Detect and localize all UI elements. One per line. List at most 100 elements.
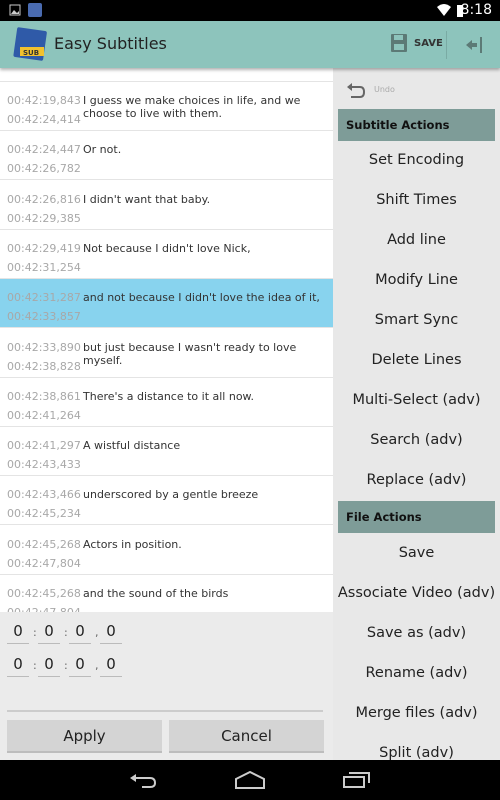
start-time: 00:42:45,268 <box>7 537 81 551</box>
time-digit-input[interactable]: 0 <box>38 655 60 677</box>
start-time: 00:42:43,466 <box>7 488 81 502</box>
app-title: Easy Subtitles <box>54 34 167 53</box>
start-time: 00:42:26,816 <box>7 192 81 206</box>
subtitle-text: Not because I didn't love Nick, <box>83 241 251 255</box>
subtitle-row[interactable]: 00:42:24,447 00:42:26,782 Or not. <box>0 131 333 181</box>
end-time: 00:42:43,433 <box>7 458 81 472</box>
undo-button[interactable]: Undo <box>374 85 395 94</box>
end-time: 00:42:31,254 <box>7 260 81 274</box>
end-time: 00:42:41,264 <box>7 408 81 422</box>
save-button[interactable]: SAVE <box>390 33 443 53</box>
subtitle-text: but just because I wasn't ready to love … <box>83 340 297 367</box>
subtitle-text: I didn't want that baby. <box>83 192 211 206</box>
time-separator: : <box>33 659 37 672</box>
subtitle-row[interactable]: 00:42:33,890 00:42:38,828 but just becau… <box>0 329 333 378</box>
end-time: 00:42:45,234 <box>7 507 81 521</box>
start-time-field[interactable]: 0:0:0,0 <box>7 622 131 644</box>
gallery-notification-icon <box>9 4 21 16</box>
time-separator: : <box>64 659 68 672</box>
file-action-item[interactable]: Rename (adv) <box>333 665 500 681</box>
back-icon[interactable] <box>128 770 158 790</box>
file-action-item[interactable]: Save as (adv) <box>333 625 500 641</box>
subtitle-action-item[interactable]: Search (adv) <box>333 432 500 448</box>
subtitle-text: Actors in position. <box>83 537 182 551</box>
subtitle-row[interactable]: 00:42:19,809 <box>0 68 333 82</box>
subtitle-text: A wistful distance <box>83 439 181 453</box>
time-digit-input[interactable]: 0 <box>7 655 29 677</box>
start-time: 00:42:33,890 <box>7 340 81 354</box>
time-digit-input[interactable]: 0 <box>38 622 60 644</box>
file-actions-header: File Actions <box>338 501 495 533</box>
subtitle-row[interactable]: 00:42:29,419 00:42:31,254 Not because I … <box>0 230 333 279</box>
subtitle-row[interactable]: 00:42:45,268 00:42:47,804 Actors in posi… <box>0 526 333 575</box>
app-logo-icon[interactable]: SUB <box>12 27 48 63</box>
subtitle-row[interactable]: 00:42:38,861 00:42:41,264 There's a dist… <box>0 378 333 427</box>
save-label: SAVE <box>414 37 443 49</box>
start-time: 00:42:24,447 <box>7 143 81 157</box>
time-separator: : <box>64 626 68 639</box>
start-time: 00:42:31,287 <box>7 291 81 305</box>
floppy-disk-icon <box>391 34 407 52</box>
end-time: 00:42:38,828 <box>7 359 81 373</box>
navigation-bar <box>0 760 500 800</box>
end-time: 00:42:26,782 <box>7 162 81 176</box>
time-digit-input[interactable]: 0 <box>69 622 91 644</box>
home-icon[interactable] <box>234 771 266 789</box>
status-bar: 8:18 <box>0 0 500 21</box>
subtitle-action-item[interactable]: Multi-Select (adv) <box>333 392 500 408</box>
start-time: 00:42:38,861 <box>7 389 81 403</box>
subtitle-list[interactable]: 00:42:19,809 00:42:19,843 00:42:24,414 I… <box>0 68 333 612</box>
file-action-item[interactable]: Save <box>333 545 500 561</box>
subtitle-row[interactable]: 00:42:41,297 00:42:43,433 A wistful dist… <box>0 427 333 477</box>
end-time: 00:42:29,385 <box>7 211 81 225</box>
subtitle-row[interactable]: 00:42:26,816 00:42:29,385 I didn't want … <box>0 181 333 230</box>
subtitle-action-item[interactable]: Set Encoding <box>333 152 500 168</box>
start-time: 00:42:45,268 <box>7 587 81 600</box>
subtitle-row[interactable]: 00:42:31,287 00:42:33,857 and not becaus… <box>0 279 333 329</box>
edit-text-field[interactable] <box>7 710 323 712</box>
subtitle-action-item[interactable]: Add line <box>333 232 500 248</box>
file-action-item[interactable]: Associate Video (adv) <box>333 585 500 601</box>
time-digit-input[interactable]: 0 <box>7 622 29 644</box>
apply-button[interactable]: Apply <box>7 720 162 753</box>
actions-panel: Undo Subtitle Actions File Actions Set E… <box>333 68 500 760</box>
subtitle-actions-header: Subtitle Actions <box>338 109 495 141</box>
recent-apps-icon[interactable] <box>342 771 372 789</box>
end-time: 00:42:47,804 <box>7 556 81 570</box>
time-digit-input[interactable]: 0 <box>100 655 122 677</box>
subtitle-action-item[interactable]: Replace (adv) <box>333 472 500 488</box>
subtitle-row[interactable]: 00:42:43,466 00:42:45,234 underscored by… <box>0 476 333 526</box>
start-time: 00:42:41,297 <box>7 439 81 453</box>
start-time: 00:42:19,843 <box>7 94 81 107</box>
subtitle-action-item[interactable]: Modify Line <box>333 272 500 288</box>
action-bar: SUB Easy Subtitles SAVE <box>0 21 500 68</box>
subtitle-text: I guess we make choices in life, and we … <box>83 94 301 120</box>
clock: 8:18 <box>460 2 492 18</box>
subtitle-action-item[interactable]: Shift Times <box>333 192 500 208</box>
start-time: 00:42:29,419 <box>7 241 81 255</box>
cancel-button[interactable]: Cancel <box>169 720 324 753</box>
undo-icon[interactable] <box>346 83 366 99</box>
time-separator: , <box>95 659 99 672</box>
file-action-item[interactable]: Merge files (adv) <box>333 705 500 721</box>
app-notification-icon <box>28 3 42 17</box>
time-digit-input[interactable]: 0 <box>69 655 91 677</box>
subtitle-row[interactable]: 00:42:45,268 00:42:47,804 and the sound … <box>0 575 333 612</box>
end-time-field[interactable]: 0:0:0,0 <box>7 655 131 677</box>
file-action-item[interactable]: Split (adv) <box>333 745 500 760</box>
subtitle-row[interactable]: 00:42:19,843 00:42:24,414 I guess we mak… <box>0 82 333 131</box>
end-time: 00:42:24,414 <box>7 113 81 126</box>
subtitle-action-item[interactable]: Delete Lines <box>333 352 500 368</box>
time-separator: , <box>95 626 99 639</box>
time-digit-input[interactable]: 0 <box>100 622 122 644</box>
subtitle-text: and the sound of the birds <box>83 587 229 600</box>
subtitle-text: Or not. <box>83 143 122 157</box>
time-separator: : <box>33 626 37 639</box>
subtitle-action-item[interactable]: Smart Sync <box>333 312 500 328</box>
end-time: 00:42:33,857 <box>7 310 81 324</box>
subtitle-text: There's a distance to it all now. <box>83 389 255 403</box>
svg-text:SUB: SUB <box>23 49 39 57</box>
subtitle-text: underscored by a gentle breeze <box>83 488 259 502</box>
subtitle-text: and not because I didn't love the idea o… <box>83 291 320 305</box>
collapse-panel-icon[interactable] <box>464 35 484 55</box>
